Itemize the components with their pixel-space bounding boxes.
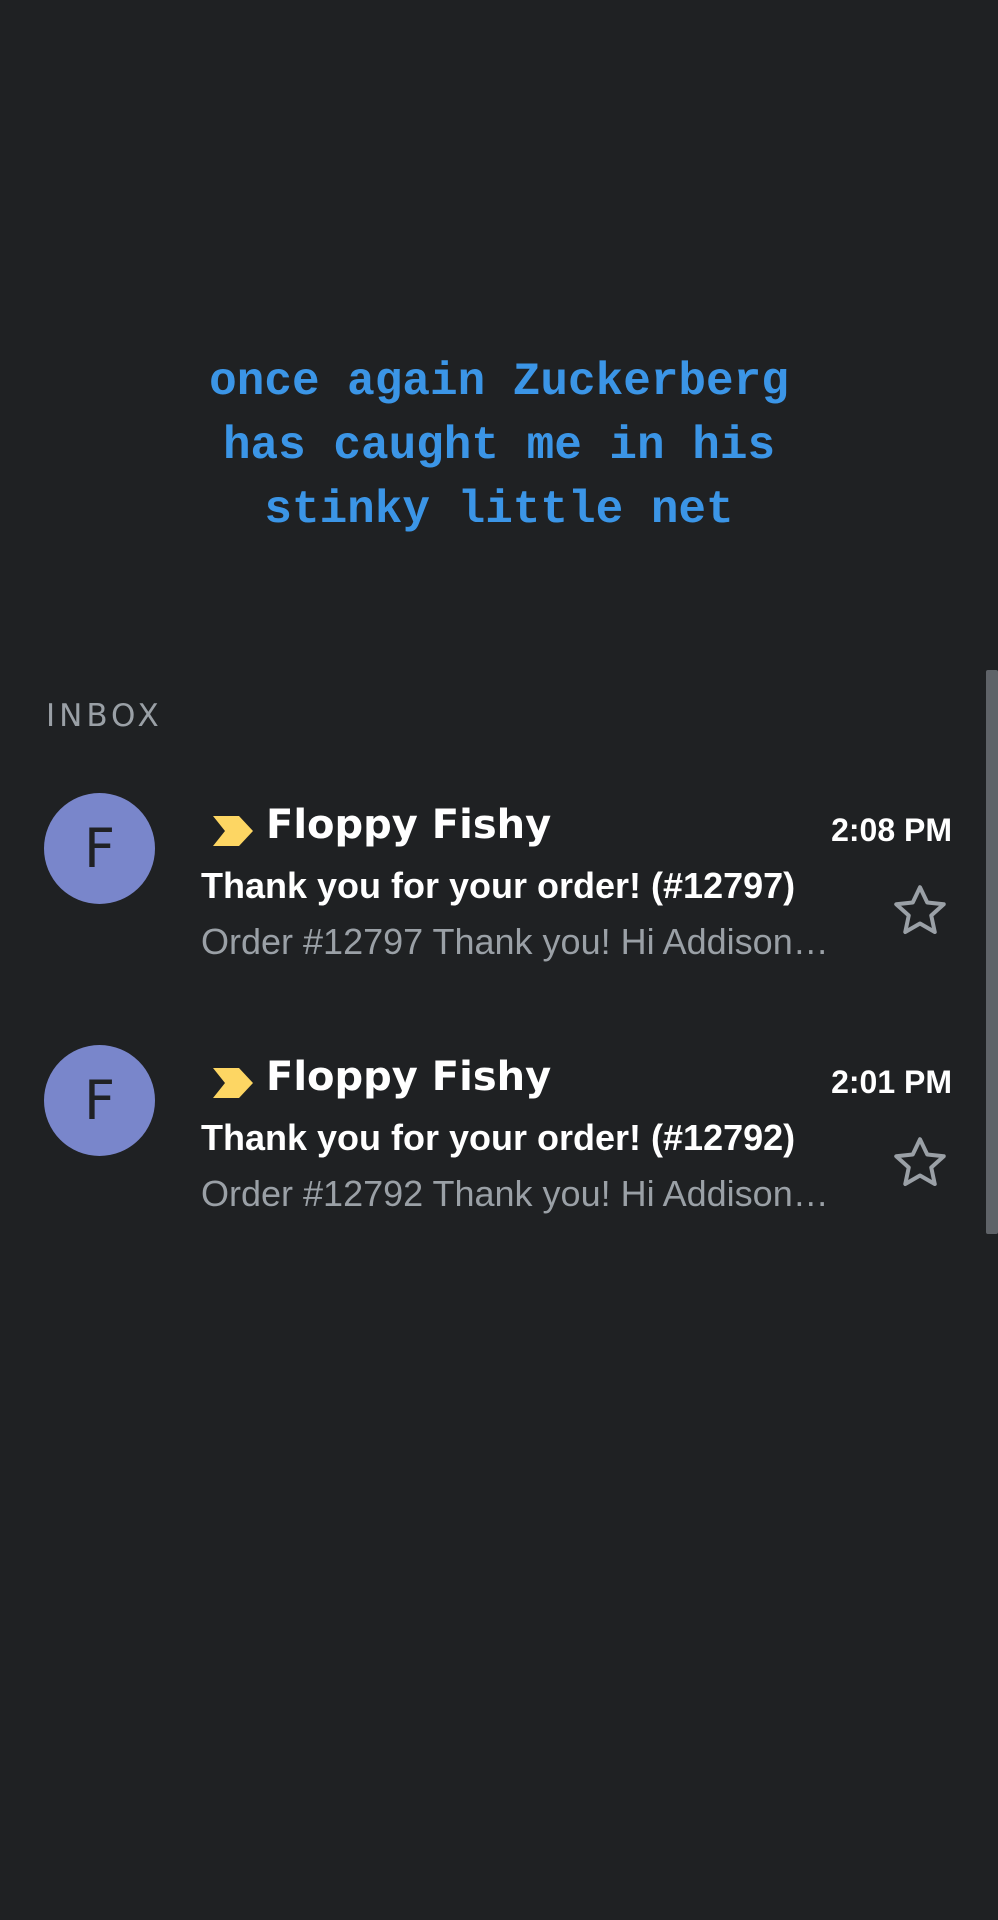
meme-caption: once again Zuckerberg has caught me in h…: [0, 350, 998, 542]
scrollbar[interactable]: [986, 670, 998, 1234]
sender-avatar[interactable]: F: [44, 793, 155, 904]
email-snippet: Order #12797 Thank you! Hi Addison…: [201, 921, 829, 962]
email-sender: Floppy Fishy: [266, 802, 552, 848]
important-marker-icon[interactable]: [211, 1066, 255, 1100]
inbox-section-label: INBOX: [46, 698, 163, 734]
caption-line: has caught me in his: [222, 420, 776, 472]
email-time: 2:08 PM: [831, 812, 952, 848]
email-subject: Thank you for your order! (#12792): [201, 1117, 796, 1158]
email-time: 2:01 PM: [831, 1064, 952, 1100]
star-outline-icon[interactable]: [890, 881, 950, 941]
caption-line: stinky little net: [264, 484, 734, 536]
caption-line: once again Zuckerberg: [209, 356, 789, 408]
email-row[interactable]: F Floppy Fishy 2:08 PM Thank you for you…: [0, 780, 985, 1000]
star-outline-icon[interactable]: [890, 1133, 950, 1193]
email-subject: Thank you for your order! (#12797): [201, 865, 796, 906]
email-sender: Floppy Fishy: [266, 1054, 552, 1100]
email-row[interactable]: F Floppy Fishy 2:01 PM Thank you for you…: [0, 1032, 985, 1252]
sender-avatar[interactable]: F: [44, 1045, 155, 1156]
email-snippet: Order #12792 Thank you! Hi Addison…: [201, 1173, 829, 1214]
important-marker-icon[interactable]: [211, 814, 255, 848]
